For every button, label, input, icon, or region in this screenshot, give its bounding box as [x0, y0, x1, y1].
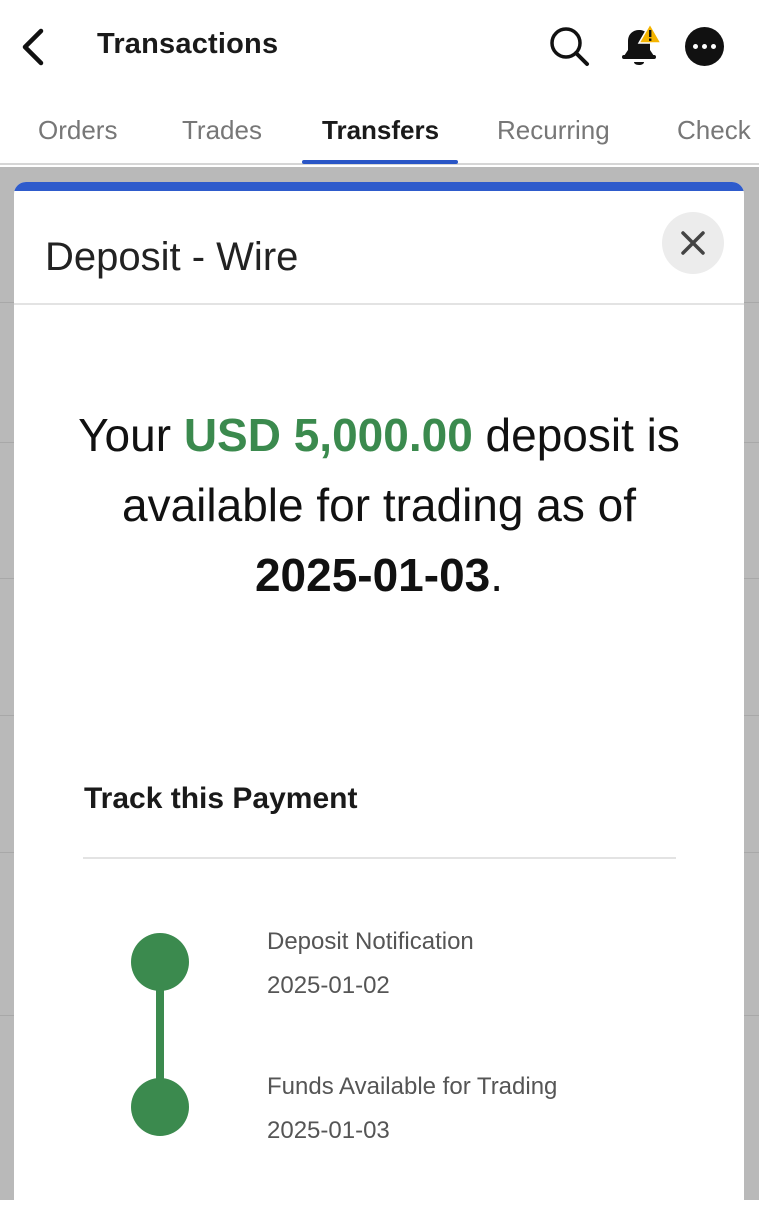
transactions-tabs: Orders Trades Transfers Recurring Check	[0, 95, 759, 165]
message-suffix: .	[490, 549, 504, 601]
search-icon	[550, 27, 589, 66]
notifications-button[interactable]	[616, 22, 663, 70]
track-payment-title: Track this Payment	[84, 782, 358, 815]
timeline-dot-step-1	[131, 933, 189, 991]
more-dot	[711, 44, 716, 49]
back-button[interactable]	[10, 22, 54, 72]
page-title: Transactions	[97, 28, 279, 60]
step-2-label: Funds Available for Trading	[267, 1073, 558, 1100]
step-1-date: 2025-01-02	[267, 972, 390, 999]
more-dots-icon	[693, 44, 698, 49]
active-tab-indicator	[302, 160, 458, 164]
tab-transfers[interactable]: Transfers	[322, 115, 439, 146]
tab-trades[interactable]: Trades	[182, 115, 262, 146]
search-button[interactable]	[547, 24, 593, 70]
close-button[interactable]	[662, 212, 724, 274]
step-2-date: 2025-01-03	[267, 1117, 390, 1144]
available-date: 2025-01-03	[254, 549, 491, 601]
track-divider	[83, 857, 676, 859]
close-icon	[681, 231, 705, 255]
sheet-title: Deposit - Wire	[45, 235, 299, 279]
more-options-button[interactable]	[685, 27, 724, 66]
tab-check[interactable]: Check	[677, 115, 751, 146]
deposit-status-message: Your USD 5,000.00 deposit is available f…	[74, 400, 684, 610]
deposit-detail-sheet: Deposit - Wire Your USD 5,000.00 deposit…	[14, 182, 744, 1212]
more-dot	[702, 44, 707, 49]
app-bar: Transactions	[0, 0, 759, 95]
chevron-left-icon	[22, 28, 44, 66]
timeline-dot-step-2	[131, 1078, 189, 1136]
bell-alert-icon	[622, 22, 663, 65]
sheet-accent-bar	[14, 182, 744, 191]
deposit-amount: USD 5,000.00	[183, 409, 473, 461]
step-1-label: Deposit Notification	[267, 928, 474, 955]
tab-orders[interactable]: Orders	[38, 115, 117, 146]
sheet-header: Deposit - Wire	[14, 191, 744, 305]
tab-recurring[interactable]: Recurring	[497, 115, 610, 146]
message-prefix: Your	[78, 409, 184, 461]
